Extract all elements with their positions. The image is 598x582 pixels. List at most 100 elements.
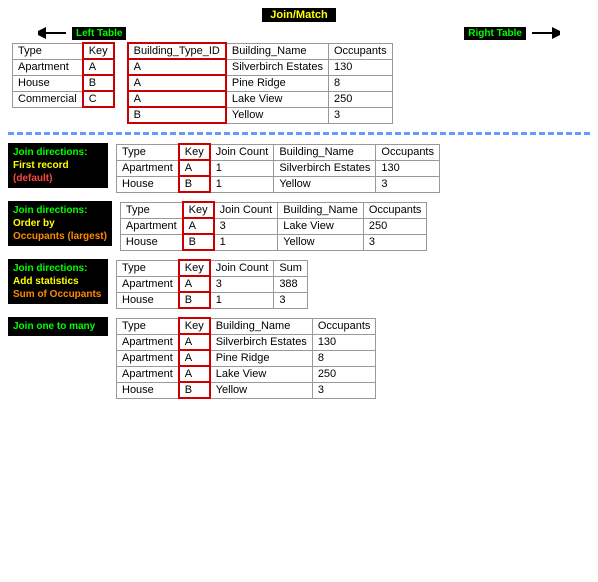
main-container: Join/Match Left Table Right Table bbox=[0, 0, 598, 407]
r3-sum-1: 388 bbox=[274, 276, 308, 292]
r2-jc-1: 3 bbox=[214, 218, 278, 234]
table-row: A Silverbirch Estates 130 bbox=[128, 59, 392, 75]
result-table-2: Type Key Join Count Building_Name Occupa… bbox=[120, 201, 428, 251]
rt-btid-3: A bbox=[128, 91, 226, 107]
left-key-2: B bbox=[83, 75, 114, 91]
table-row: House B Yellow 3 bbox=[117, 382, 376, 398]
r2-key-1: A bbox=[183, 218, 214, 234]
rt-btid-4: B bbox=[128, 107, 226, 123]
left-key-1: A bbox=[83, 59, 114, 75]
rt-occ-2: 8 bbox=[328, 75, 392, 91]
rt-occ-1: 130 bbox=[328, 59, 392, 75]
r3-type-1: Apartment bbox=[117, 276, 179, 292]
join-label-4: Join one to many bbox=[8, 317, 108, 336]
r2-col-jc: Join Count bbox=[214, 202, 278, 218]
top-diagram: Join/Match Left Table Right Table bbox=[8, 8, 590, 124]
table-row: House B 1 Yellow 3 bbox=[120, 234, 427, 250]
join-label-1: Join directions: First record (default) bbox=[8, 143, 108, 188]
r4-bn-3: Lake View bbox=[210, 366, 313, 382]
r1-jc-1: 1 bbox=[210, 160, 274, 176]
result-table-4-wrap: Type Key Building_Name Occupants Apartme… bbox=[116, 317, 590, 399]
table-row: House B bbox=[13, 75, 114, 91]
r2-bn-1: Lake View bbox=[278, 218, 364, 234]
r4-col-type: Type bbox=[117, 318, 179, 334]
r4-key-3: A bbox=[179, 366, 210, 382]
r1-occ-2: 3 bbox=[376, 176, 440, 192]
r2-jc-2: 1 bbox=[214, 234, 278, 250]
r1-col-occ: Occupants bbox=[376, 144, 440, 160]
left-type-3: Commercial bbox=[13, 91, 83, 107]
result-table-1: Type Key Join Count Building_Name Occupa… bbox=[116, 143, 440, 193]
r2-col-occ: Occupants bbox=[363, 202, 427, 218]
result-table-3: Type Key Join Count Sum Apartment A 3 38… bbox=[116, 259, 308, 309]
table-row: Apartment A bbox=[13, 59, 114, 75]
table-row: A Pine Ridge 8 bbox=[128, 75, 392, 91]
join-match-label: Join/Match bbox=[262, 8, 335, 22]
r4-occ-1: 130 bbox=[312, 334, 376, 350]
rt-bname-2: Pine Ridge bbox=[226, 75, 329, 91]
r2-col-bn: Building_Name bbox=[278, 202, 364, 218]
r4-col-occ: Occupants bbox=[312, 318, 376, 334]
result-table-2-wrap: Type Key Join Count Building_Name Occupa… bbox=[120, 201, 590, 251]
r1-key-1: A bbox=[179, 160, 210, 176]
right-col-occ: Occupants bbox=[328, 43, 392, 59]
result-table-1-wrap: Type Key Join Count Building_Name Occupa… bbox=[116, 143, 590, 193]
top-tables-row: Type Key Apartment A House B bbox=[8, 42, 590, 124]
r4-type-4: House bbox=[117, 382, 179, 398]
r3-key-1: A bbox=[179, 276, 210, 292]
join-example-4: Join one to many Type Key Building_Name … bbox=[8, 317, 590, 399]
r4-col-key: Key bbox=[179, 318, 210, 334]
r1-type-1: Apartment bbox=[117, 160, 179, 176]
r2-type-1: Apartment bbox=[120, 218, 182, 234]
left-col-key: Key bbox=[83, 43, 114, 59]
right-arrow-icon bbox=[530, 26, 560, 40]
r4-occ-3: 250 bbox=[312, 366, 376, 382]
r4-bn-2: Pine Ridge bbox=[210, 350, 313, 366]
join-example-2: Join directions: Order by Occupants (lar… bbox=[8, 201, 590, 251]
join-label-3: Join directions: Add statistics Sum of O… bbox=[8, 259, 108, 304]
join-example-1: Join directions: First record (default) … bbox=[8, 143, 590, 193]
rt-occ-4: 3 bbox=[328, 107, 392, 123]
left-type-2: House bbox=[13, 75, 83, 91]
join-example-3: Join directions: Add statistics Sum of O… bbox=[8, 259, 590, 309]
r4-type-1: Apartment bbox=[117, 334, 179, 350]
r4-key-2: A bbox=[179, 350, 210, 366]
r1-col-type: Type bbox=[117, 144, 179, 160]
r4-type-2: Apartment bbox=[117, 350, 179, 366]
r2-key-2: B bbox=[183, 234, 214, 250]
table-row: Apartment A Silverbirch Estates 130 bbox=[117, 334, 376, 350]
r3-col-jc: Join Count bbox=[210, 260, 274, 276]
r4-key-1: A bbox=[179, 334, 210, 350]
table-row: B Yellow 3 bbox=[128, 107, 392, 123]
r1-jc-2: 1 bbox=[210, 176, 274, 192]
section-divider bbox=[8, 132, 590, 135]
rt-bname-3: Lake View bbox=[226, 91, 329, 107]
left-col-type: Type bbox=[13, 43, 83, 59]
rt-bname-1: Silverbirch Estates bbox=[226, 59, 329, 75]
r2-type-2: House bbox=[120, 234, 182, 250]
left-key-3: C bbox=[83, 91, 114, 107]
r4-type-3: Apartment bbox=[117, 366, 179, 382]
join-label-2: Join directions: Order by Occupants (lar… bbox=[8, 201, 112, 246]
r1-occ-1: 130 bbox=[376, 160, 440, 176]
rt-btid-2: A bbox=[128, 75, 226, 91]
table-row: A Lake View 250 bbox=[128, 91, 392, 107]
rt-btid-1: A bbox=[128, 59, 226, 75]
table-row: Apartment A Lake View 250 bbox=[117, 366, 376, 382]
r3-col-type: Type bbox=[117, 260, 179, 276]
r3-key-2: B bbox=[179, 292, 210, 308]
r3-jc-2: 1 bbox=[210, 292, 274, 308]
result-table-4: Type Key Building_Name Occupants Apartme… bbox=[116, 317, 376, 399]
table-row: Commercial C bbox=[13, 91, 114, 107]
r2-occ-1: 250 bbox=[363, 218, 427, 234]
r4-col-bn: Building_Name bbox=[210, 318, 313, 334]
left-table: Type Key Apartment A House B bbox=[12, 42, 115, 108]
r2-bn-2: Yellow bbox=[278, 234, 364, 250]
r4-occ-4: 3 bbox=[312, 382, 376, 398]
r3-col-sum: Sum bbox=[274, 260, 308, 276]
r1-col-bn: Building_Name bbox=[274, 144, 376, 160]
r4-occ-2: 8 bbox=[312, 350, 376, 366]
r2-col-key: Key bbox=[183, 202, 214, 218]
table-row: House B 1 3 bbox=[117, 292, 308, 308]
result-table-3-wrap: Type Key Join Count Sum Apartment A 3 38… bbox=[116, 259, 590, 309]
